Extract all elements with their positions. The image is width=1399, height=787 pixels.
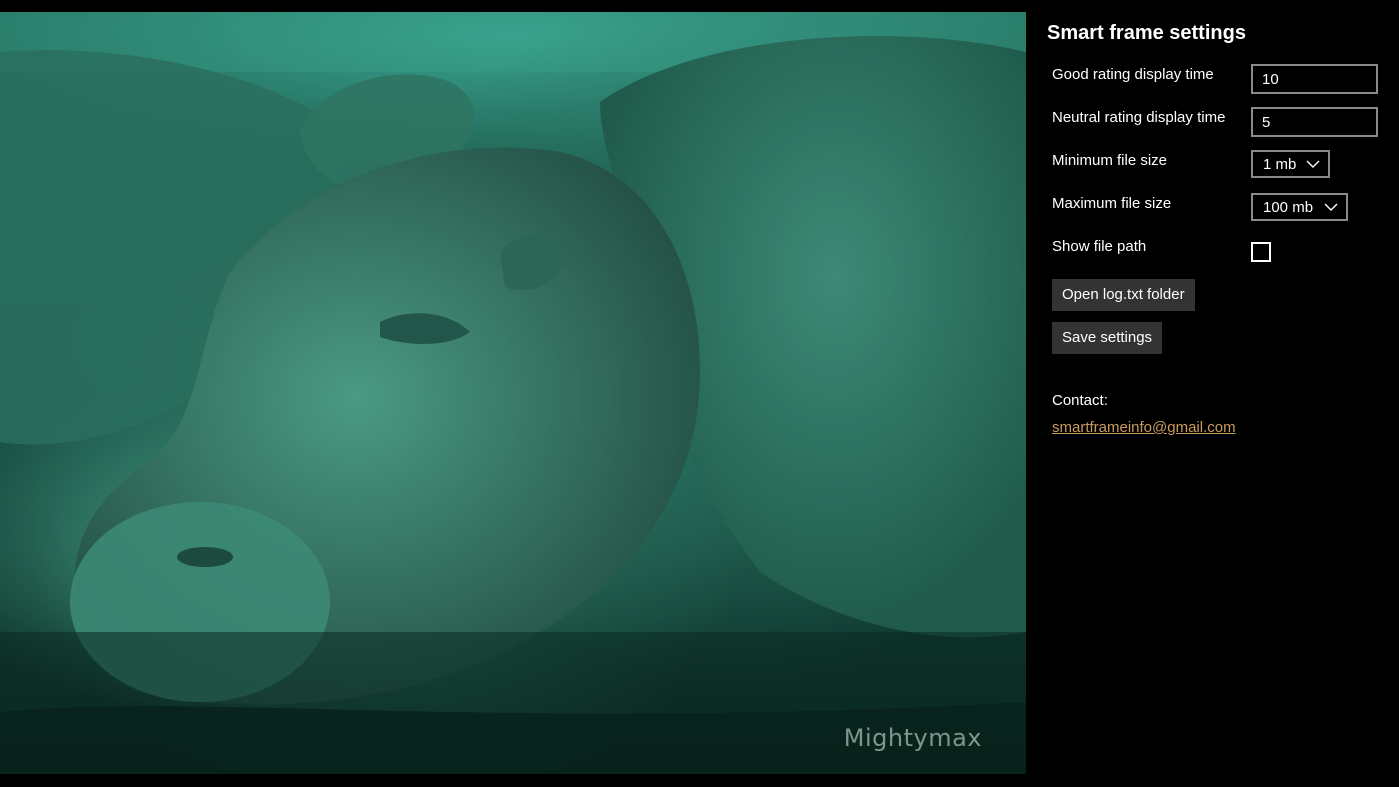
photo-watermark: Mightymax — [843, 724, 982, 752]
min-file-size-dropdown[interactable]: 1 mb — [1251, 150, 1330, 178]
contact-email-link[interactable]: smartframeinfo@gmail.com — [1052, 419, 1236, 436]
min-file-size-label: Minimum file size — [1052, 152, 1168, 169]
hippo-photo-art — [0, 12, 1026, 774]
save-settings-button[interactable]: Save settings — [1052, 322, 1163, 354]
good-rating-time-input[interactable] — [1251, 64, 1378, 94]
app-window: Mightymax Smart frame settings Good rati… — [0, 0, 1399, 787]
panel-title: Smart frame settings — [1047, 22, 1246, 44]
max-file-size-label: Maximum file size — [1052, 195, 1172, 212]
contact-label: Contact: — [1052, 392, 1108, 409]
show-file-path-checkbox[interactable] — [1251, 242, 1271, 262]
min-file-size-value: 1 mb — [1263, 155, 1297, 173]
open-log-folder-button[interactable]: Open log.txt folder — [1052, 279, 1195, 311]
slideshow-photo: Mightymax — [0, 12, 1026, 774]
neutral-rating-time-input[interactable] — [1251, 107, 1378, 137]
show-file-path-label: Show file path — [1052, 238, 1147, 255]
max-file-size-dropdown[interactable]: 100 mb — [1251, 193, 1348, 221]
chevron-down-icon — [1324, 203, 1338, 211]
settings-panel: Smart frame settings Good rating display… — [1026, 0, 1399, 787]
max-file-size-value: 100 mb — [1263, 198, 1314, 216]
neutral-rating-label: Neutral rating display time — [1052, 109, 1226, 126]
good-rating-label: Good rating display time — [1052, 66, 1214, 83]
chevron-down-icon — [1306, 160, 1320, 168]
